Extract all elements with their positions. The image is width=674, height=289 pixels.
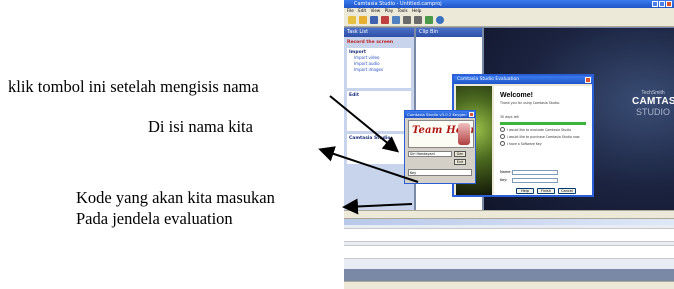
audio-track[interactable]	[344, 245, 674, 259]
option-evaluate-label: I would like to evaluate Camtasia Studio	[507, 127, 572, 132]
finish-button[interactable]: Finish	[537, 188, 555, 194]
option-purchase-label: I would like to purchase Camtasia Studio…	[507, 134, 580, 139]
close-button[interactable]	[666, 1, 672, 7]
redo-icon[interactable]	[414, 16, 422, 24]
keygen-figure	[458, 123, 470, 145]
keygen-close-button[interactable]	[469, 112, 474, 117]
camtasia-screenshot: Camtasia Studio - Untitled.camproj File …	[344, 0, 674, 289]
keygen-exit-button[interactable]: Exit	[454, 159, 466, 165]
clip-bin-title: Clip Bin	[416, 28, 482, 37]
evaluation-close-button[interactable]	[585, 77, 591, 83]
app-title-bar: Camtasia Studio - Untitled.camproj	[344, 0, 674, 8]
edit-section: Edit	[347, 91, 411, 131]
keygen-key-field[interactable]: Key	[408, 169, 472, 176]
evaluation-progress-bar	[500, 122, 586, 126]
new-icon[interactable]	[348, 16, 356, 24]
task-list-header: Task List	[344, 28, 414, 37]
days-left-label: 30 days left	[500, 115, 519, 120]
evaluation-dialog-title: Camtasia Studio Evaluation	[454, 76, 592, 84]
save-icon[interactable]	[370, 16, 378, 24]
import-icon[interactable]	[392, 16, 400, 24]
help-button[interactable]: Help	[516, 188, 534, 194]
name-label: Name:	[500, 170, 512, 174]
produce-heading: Camtasia Studio	[349, 136, 391, 141]
thank-you-text: Thank you for using Camtasia Studio.	[500, 101, 560, 105]
cancel-button[interactable]: Cancel	[558, 188, 576, 194]
maximize-button[interactable]	[659, 1, 665, 7]
radio-icon	[500, 134, 505, 140]
evaluation-buttons: Help Finish Cancel	[516, 188, 576, 194]
key-label: Key:	[500, 178, 508, 182]
timeline-ruler[interactable]	[344, 219, 674, 225]
produce-icon[interactable]	[425, 16, 433, 24]
option-software-key[interactable]: I have a Software Key	[500, 141, 592, 147]
import-section: Import Import video Import audio Import …	[347, 48, 411, 88]
video-track[interactable]	[344, 228, 674, 242]
keygen-gen-button[interactable]: Gen	[454, 151, 466, 157]
toolbar	[344, 14, 674, 27]
evaluation-dialog-title-text: Camtasia Studio Evaluation	[457, 77, 520, 82]
timeline-panel	[344, 210, 674, 269]
annotation-click-button: klik tombol ini setelah mengisis nama	[8, 77, 259, 96]
brand-studio: STUDIO	[635, 107, 670, 117]
open-icon[interactable]	[359, 16, 367, 24]
produce-section: Camtasia Studio	[347, 134, 411, 164]
keygen-logo: Team Hellraiser	[408, 120, 474, 148]
minimize-button[interactable]	[652, 1, 658, 7]
edit-heading: Edit	[349, 93, 359, 98]
camtasia-brand: TechSmith CAMTASIA STUDIO	[632, 90, 674, 117]
record-icon[interactable]	[381, 16, 389, 24]
keygen-key-label: Key	[410, 171, 417, 175]
brand-camtasia: CAMTASIA	[632, 96, 674, 107]
annotation-code-line2: Pada jendela evaluation	[76, 209, 233, 228]
option-software-key-label: I have a Software Key	[507, 141, 542, 146]
option-evaluate[interactable]: I would like to evaluate Camtasia Studio	[500, 127, 592, 133]
annotation-code-line1: Kode yang akan kita masukan	[76, 188, 275, 207]
keygen-title: Camtasia Studio v3.0.2 Keygen	[407, 112, 467, 117]
record-screen-link[interactable]: Record the screen	[347, 40, 411, 45]
keygen-title-bar: Camtasia Studio v3.0.2 Keygen	[405, 111, 475, 118]
eval-name-field[interactable]	[512, 170, 558, 175]
keygen-window: Camtasia Studio v3.0.2 Keygen Team Hellr…	[404, 110, 476, 184]
app-title: Camtasia Studio - Untitled.camproj	[354, 1, 442, 7]
radio-icon	[500, 141, 505, 147]
eval-key-field[interactable]	[512, 178, 558, 183]
keygen-name-field[interactable]: Siri Handayani	[408, 151, 452, 157]
option-purchase[interactable]: I would like to purchase Camtasia Studio…	[500, 134, 592, 140]
timeline-toolbar	[344, 211, 674, 219]
radio-icon	[500, 127, 505, 133]
undo-icon[interactable]	[403, 16, 411, 24]
annotation-enter-name: Di isi nama kita	[148, 117, 253, 136]
help-icon[interactable]	[436, 16, 444, 24]
welcome-heading: Welcome!	[500, 92, 533, 99]
status-bar	[344, 281, 674, 289]
import-images-link[interactable]: Import images	[349, 67, 409, 73]
